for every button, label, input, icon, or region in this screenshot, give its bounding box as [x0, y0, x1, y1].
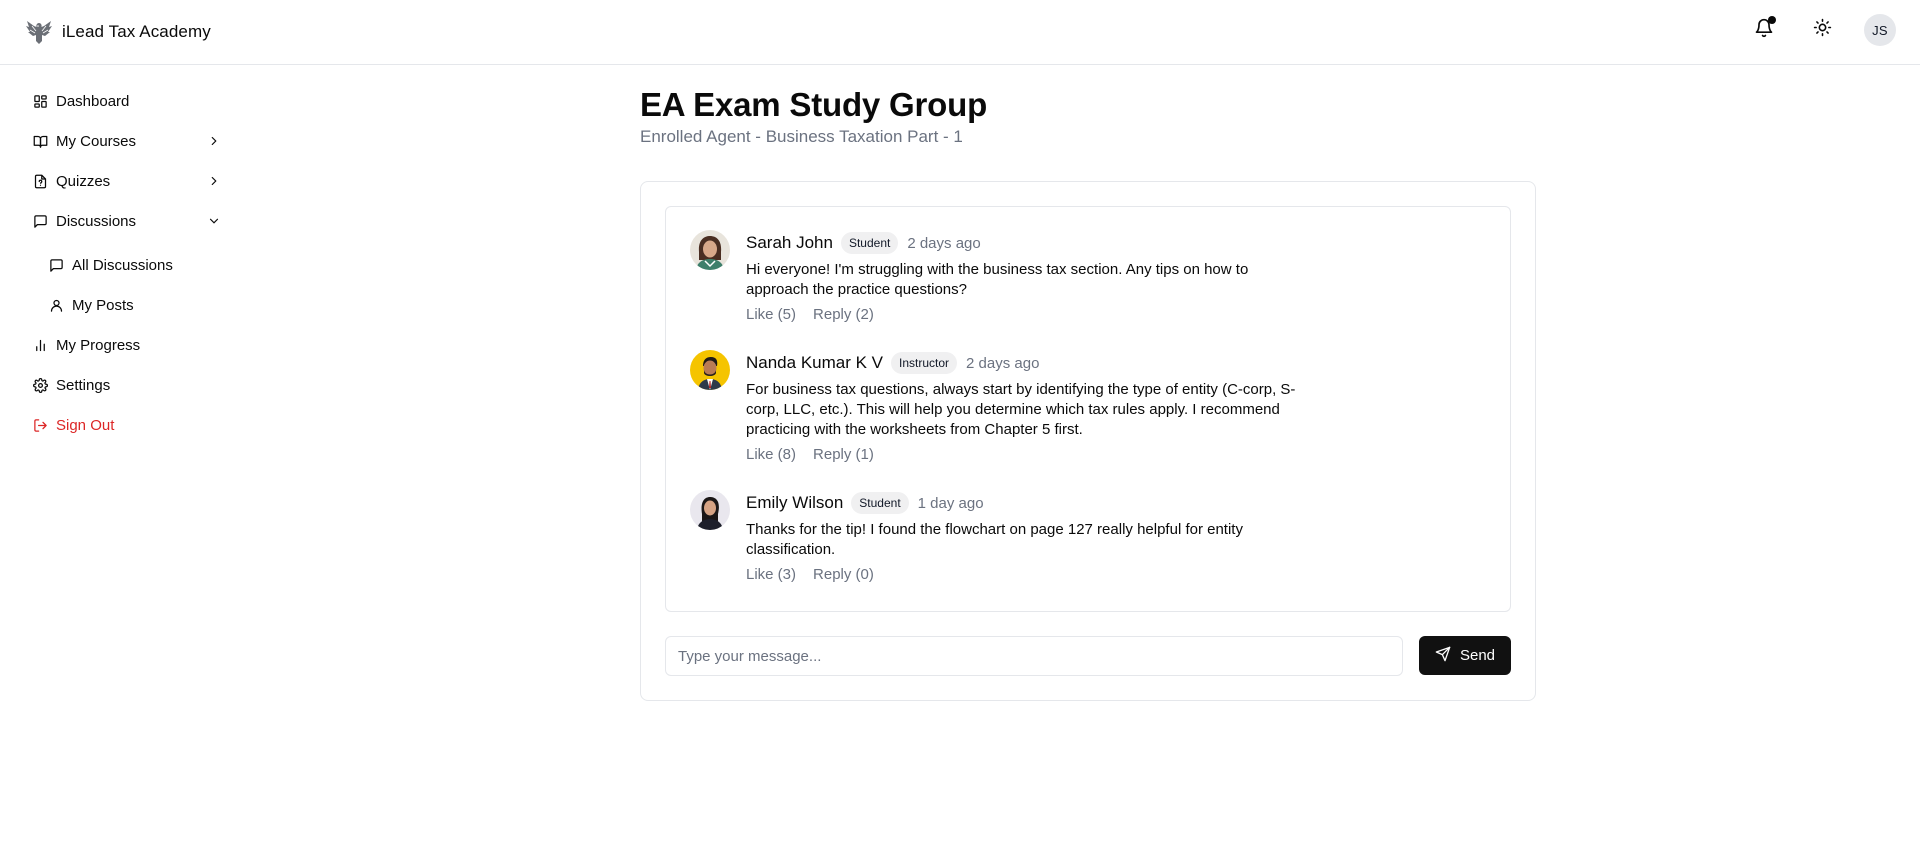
sidebar-item-quizzes[interactable]: Quizzes — [32, 167, 222, 195]
send-label: Send — [1459, 647, 1496, 664]
message-actions: Like (3) Reply (0) — [746, 566, 874, 583]
reply-button[interactable]: Reply (1) — [813, 446, 874, 463]
author-avatar[interactable] — [690, 350, 730, 390]
reply-button[interactable]: Reply (2) — [813, 306, 874, 323]
sidebar-item-label: Settings — [56, 376, 111, 394]
author-avatar[interactable] — [690, 490, 730, 530]
top-header: iLead Tax Academy JS — [0, 0, 1920, 65]
bar-chart-icon — [32, 337, 48, 353]
user-avatar-button[interactable]: JS — [1864, 14, 1896, 46]
sidebar-item-label: Dashboard — [56, 92, 130, 110]
book-icon — [32, 133, 48, 149]
message-actions: Like (5) Reply (2) — [746, 306, 874, 323]
sidebar-item-label: My Courses — [56, 132, 137, 150]
page-title: EA Exam Study Group — [640, 86, 988, 123]
dashboard-icon — [32, 93, 48, 109]
sidebar-item-discussions[interactable]: Discussions — [32, 207, 222, 235]
timestamp: 1 day ago — [917, 494, 984, 512]
timestamp: 2 days ago — [966, 354, 1040, 372]
quiz-file-icon — [32, 173, 48, 189]
sun-icon — [1813, 18, 1832, 42]
timestamp: 2 days ago — [907, 234, 981, 252]
message-square-icon — [48, 257, 64, 273]
reply-button[interactable]: Reply (0) — [813, 566, 874, 583]
message-header: Emily Wilson Student 1 day ago — [746, 490, 984, 516]
sidebar-item-my-courses[interactable]: My Courses — [32, 127, 222, 155]
chevron-right-icon — [206, 173, 222, 189]
logout-icon — [32, 417, 48, 433]
gear-icon — [32, 377, 48, 393]
sidebar-item-my-posts[interactable]: My Posts — [48, 291, 218, 319]
sidebar-item-label: My Posts — [72, 296, 134, 314]
send-icon — [1435, 646, 1451, 666]
sidebar-item-dashboard[interactable]: Dashboard — [32, 87, 222, 115]
send-button[interactable]: Send — [1419, 636, 1511, 675]
message-text: Thanks for the tip! I found the flowchar… — [746, 521, 1243, 558]
user-icon — [48, 297, 64, 313]
message-item: Sarah John Student 2 days ago Hi everyon… — [690, 230, 1330, 330]
sidebar-item-label: All Discussions — [72, 256, 173, 274]
message-text: For business tax questions, always start… — [746, 381, 1296, 438]
notifications-button[interactable] — [1748, 14, 1780, 46]
message-input[interactable] — [665, 636, 1403, 676]
brand[interactable]: iLead Tax Academy — [24, 17, 211, 47]
message-header: Nanda Kumar K V Instructor 2 days ago — [746, 350, 1039, 376]
message-item: Nanda Kumar K V Instructor 2 days ago Fo… — [690, 350, 1330, 470]
author-name[interactable]: Sarah John — [746, 233, 833, 253]
page-subtitle: Enrolled Agent - Business Taxation Part … — [640, 127, 963, 146]
message-header: Sarah John Student 2 days ago — [746, 230, 981, 256]
role-badge: Student — [851, 492, 909, 514]
sidebar-item-settings[interactable]: Settings — [32, 371, 222, 399]
author-avatar[interactable] — [690, 230, 730, 270]
message-item: Emily Wilson Student 1 day ago Thanks fo… — [690, 490, 1330, 590]
role-badge: Instructor — [891, 352, 958, 374]
sidebar-item-my-progress[interactable]: My Progress — [32, 331, 222, 359]
like-button[interactable]: Like (5) — [746, 306, 796, 323]
header-actions: JS — [1748, 14, 1896, 46]
like-button[interactable]: Like (8) — [746, 446, 796, 463]
author-name[interactable]: Nanda Kumar K V — [746, 353, 883, 373]
role-badge: Student — [840, 232, 899, 254]
sidebar-item-all-discussions[interactable]: All Discussions — [48, 251, 218, 279]
like-button[interactable]: Like (3) — [746, 566, 796, 583]
sidebar-item-label: My Progress — [56, 336, 141, 354]
message-text: Hi everyone! I'm struggling with the bus… — [746, 261, 1249, 298]
sidebar-item-label: Discussions — [56, 212, 137, 230]
author-name[interactable]: Emily Wilson — [746, 493, 843, 513]
theme-toggle-button[interactable] — [1806, 14, 1838, 46]
chevron-down-icon — [206, 213, 222, 229]
app-name: iLead Tax Academy — [62, 22, 211, 41]
sidebar-item-label: Sign Out — [56, 416, 115, 434]
notification-dot — [1768, 16, 1776, 24]
message-square-icon — [32, 213, 48, 229]
message-actions: Like (8) Reply (1) — [746, 446, 874, 463]
sidebar-item-sign-out[interactable]: Sign Out — [32, 411, 222, 439]
sidebar-item-label: Quizzes — [56, 172, 111, 190]
eagle-logo-icon — [24, 17, 54, 47]
chevron-right-icon — [206, 133, 222, 149]
